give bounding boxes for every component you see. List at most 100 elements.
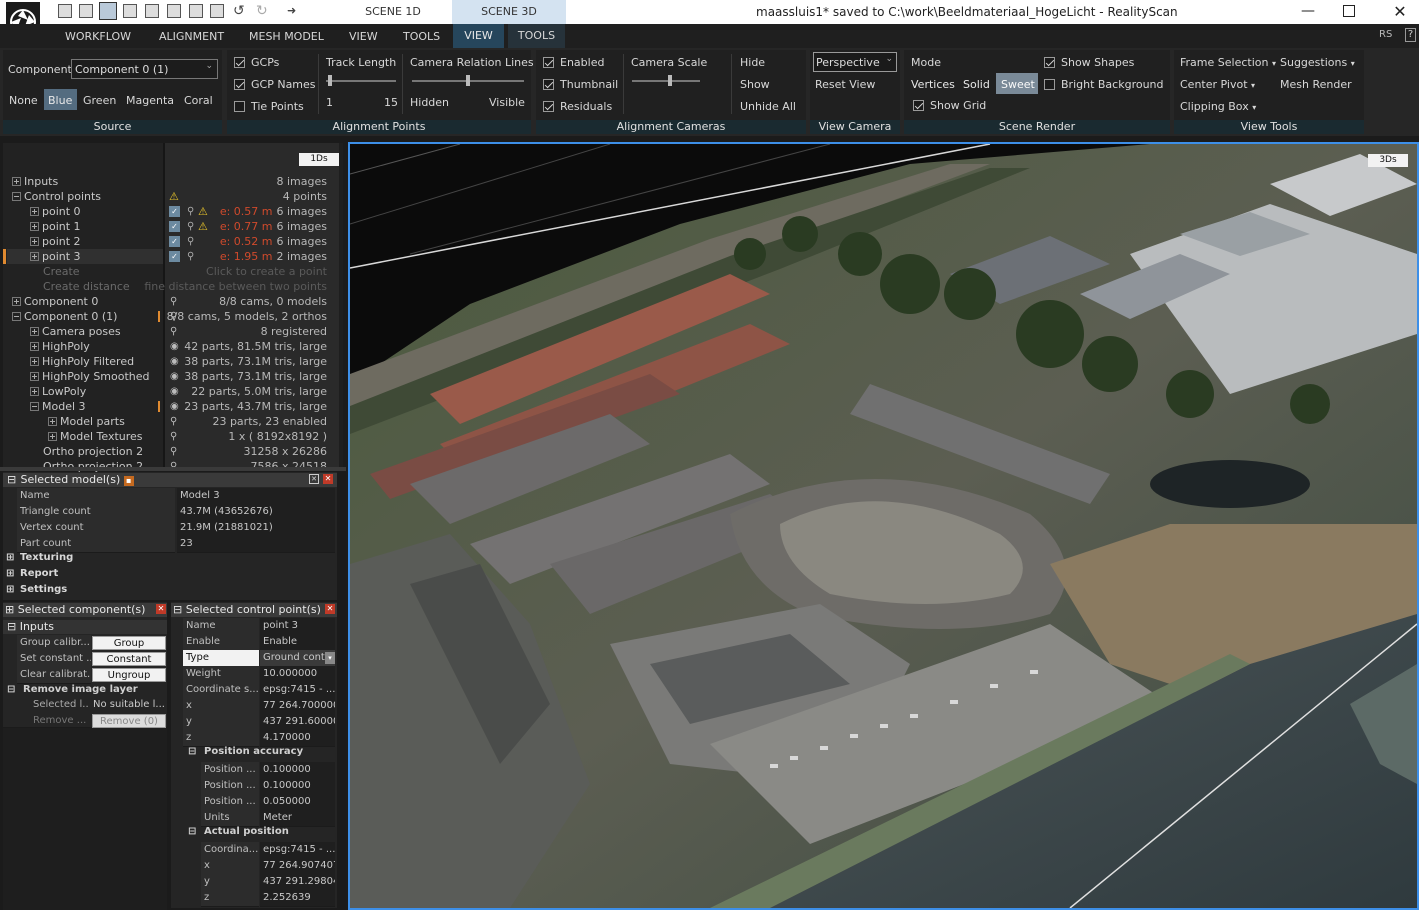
panel-close-icon[interactable]: ✕ — [325, 604, 335, 614]
toolbar-layout-8-icon[interactable] — [210, 4, 224, 18]
position-accuracy-section[interactable]: ⊟ Position accuracy — [188, 746, 303, 757]
camera-scale-slider-thumb[interactable] — [668, 75, 672, 86]
center-pivot-button[interactable]: Center Pivot ▾ — [1180, 78, 1255, 91]
tree-bottom-splitter[interactable] — [0, 467, 346, 471]
show-button[interactable]: Show — [740, 78, 770, 91]
property-value[interactable]: 21.9M (21881021) — [177, 520, 335, 537]
mode-sweet[interactable]: Sweet — [996, 73, 1038, 94]
show-grid-checkbox[interactable]: Show Grid — [913, 99, 986, 112]
component-select[interactable]: Component 0 (1) ⌄ — [71, 59, 218, 79]
visibility-eye-icon[interactable]: ◉ — [170, 399, 179, 414]
menu-scene-tools[interactable]: TOOLS — [508, 24, 565, 48]
expand-icon[interactable] — [48, 417, 57, 426]
property-value[interactable]: 437 291.298049 — [260, 874, 335, 891]
property-value[interactable]: 2.252639 — [260, 890, 335, 907]
minimize-button[interactable]: — — [1296, 0, 1320, 24]
expand-icon[interactable] — [30, 387, 39, 396]
pin-icon[interactable]: ⚲ — [170, 294, 177, 309]
property-value[interactable]: 43.7M (43652676) — [177, 504, 335, 521]
property-value[interactable]: 77 264.907407 — [260, 858, 335, 875]
tree-row[interactable]: Inputs 8 images — [3, 174, 343, 189]
report-section[interactable]: ⊞ Report — [6, 568, 58, 579]
menu-view[interactable]: VIEW — [349, 30, 378, 43]
close-button[interactable]: ✕ — [1388, 0, 1412, 24]
pin-icon[interactable]: ⚲ — [170, 429, 177, 444]
color-coral[interactable]: Coral — [184, 94, 213, 107]
property-value[interactable]: epsg:7415 - ... — [260, 842, 335, 859]
panel-float-icon[interactable]: ✕ — [309, 474, 319, 484]
tree-scrollbar[interactable] — [339, 143, 343, 467]
toolbar-layout-2-icon[interactable] — [79, 4, 93, 18]
point-enabled-checkbox[interactable]: ✓ — [169, 251, 180, 262]
expand-icon[interactable] — [30, 237, 39, 246]
reset-view-button[interactable]: Reset View — [815, 78, 875, 91]
tree-row[interactable]: point 3 ✓ ⚲ e: 1.95 m2 images — [3, 249, 343, 264]
suggestions-button[interactable]: Suggestions ▾ — [1280, 56, 1355, 69]
expand-icon[interactable] — [30, 222, 39, 231]
property-value[interactable]: epsg:7415 - ... — [260, 682, 335, 699]
panel-close-icon[interactable]: ✕ — [323, 474, 333, 484]
menu-scene-view[interactable]: VIEW — [453, 24, 504, 48]
toolbar-layout-5-icon[interactable] — [145, 4, 159, 18]
mode-vertices[interactable]: Vertices — [911, 78, 955, 91]
actual-position-section[interactable]: ⊟ Actual position — [188, 826, 289, 837]
unhide-all-button[interactable]: Unhide All — [740, 100, 796, 113]
mode-solid[interactable]: Solid — [963, 78, 990, 91]
residuals-checkbox[interactable]: Residuals — [543, 100, 612, 113]
toolbar-layout-4-icon[interactable] — [123, 4, 137, 18]
toolbar-layout-3-icon[interactable] — [99, 2, 117, 20]
tree-row[interactable]: Create distance fine distance between two… — [3, 279, 343, 294]
collapse-icon[interactable] — [12, 312, 21, 321]
property-value[interactable]: Ground cont — [260, 650, 335, 667]
expand-icon[interactable] — [30, 207, 39, 216]
settings-section[interactable]: ⊞ Settings — [6, 584, 67, 595]
tree-row[interactable]: Camera poses 8 registered ⚲ — [3, 324, 343, 339]
tree-row[interactable]: Component 0 8/8 cams, 0 models ⚲ — [3, 294, 343, 309]
clipping-box-button[interactable]: Clipping Box ▾ — [1180, 100, 1256, 113]
collapse-icon[interactable] — [30, 402, 39, 411]
texturing-section[interactable]: ⊞ Texturing — [6, 552, 73, 563]
menu-workflow[interactable]: WORKFLOW — [65, 30, 131, 43]
tree-row[interactable]: HighPoly Smoothed 38 parts, 73.1M tris, l… — [3, 369, 343, 384]
tree-row[interactable]: point 0 ✓ ⚲ ⚠ e: 0.57 m6 images — [3, 204, 343, 219]
gcps-checkbox[interactable]: GCPs — [234, 56, 279, 69]
tree-row[interactable]: Create Click to create a point — [3, 264, 343, 279]
toolbar-layout-7-icon[interactable] — [189, 4, 203, 18]
point-enabled-checkbox[interactable]: ✓ — [169, 236, 180, 247]
visibility-eye-icon[interactable]: ◉ — [170, 369, 179, 384]
expand-icon[interactable] — [30, 252, 39, 261]
pin-icon[interactable]: ⚲ — [170, 324, 177, 339]
expand-icon[interactable] — [48, 432, 57, 441]
color-blue[interactable]: Blue — [44, 89, 77, 110]
tree-row[interactable]: Component 0 (1) 8/8 cams, 5 models, 2 ort… — [3, 309, 343, 324]
collapse-icon[interactable] — [12, 192, 21, 201]
expander-icon[interactable]: ⊟ — [173, 603, 182, 616]
point-enabled-checkbox[interactable]: ✓ — [169, 206, 180, 217]
camera-relation-slider-thumb[interactable] — [466, 75, 470, 86]
menu-alignment[interactable]: ALIGNMENT — [159, 30, 224, 43]
visibility-eye-icon[interactable]: ◉ — [170, 339, 179, 354]
visibility-eye-icon[interactable]: ◉ — [170, 354, 179, 369]
vertical-splitter[interactable] — [340, 472, 346, 910]
tree-row[interactable]: HighPoly Filtered 38 parts, 73.1M tris, l… — [3, 354, 343, 369]
expand-icon[interactable] — [30, 372, 39, 381]
camera-scale-slider[interactable] — [632, 75, 700, 86]
maximize-button[interactable] — [1343, 5, 1355, 17]
tree-row[interactable]: LowPoly 22 parts, 5.0M tris, large ◉ — [3, 384, 343, 399]
scene-3d-viewport[interactable]: 3Ds — [348, 142, 1419, 910]
bright-background-checkbox[interactable]: Bright Background — [1044, 78, 1164, 91]
projection-select[interactable]: Perspective ⌄ — [813, 52, 897, 72]
track-length-slider[interactable] — [326, 75, 396, 86]
help-icon[interactable]: ? — [1405, 28, 1416, 42]
redo-icon[interactable]: ↻ — [256, 3, 268, 19]
remove-image-layer-section[interactable]: ⊟ Remove image layer — [7, 684, 138, 695]
expand-icon[interactable] — [30, 357, 39, 366]
inputs-section-header[interactable]: ⊟ Inputs — [3, 620, 167, 634]
tree-row[interactable]: Model 3 23 parts, 43.7M tris, large ◉ — [3, 399, 343, 414]
tree-row[interactable]: point 1 ✓ ⚲ ⚠ e: 0.77 m6 images — [3, 219, 343, 234]
property-value[interactable]: 77 264.700000 — [260, 698, 335, 715]
expand-icon[interactable] — [30, 342, 39, 351]
remove-button[interactable]: Remove (0) — [92, 714, 166, 728]
mesh-render-button[interactable]: Mesh Render — [1280, 78, 1352, 91]
tree-row[interactable]: point 2 ✓ ⚲ e: 0.52 m6 images — [3, 234, 343, 249]
